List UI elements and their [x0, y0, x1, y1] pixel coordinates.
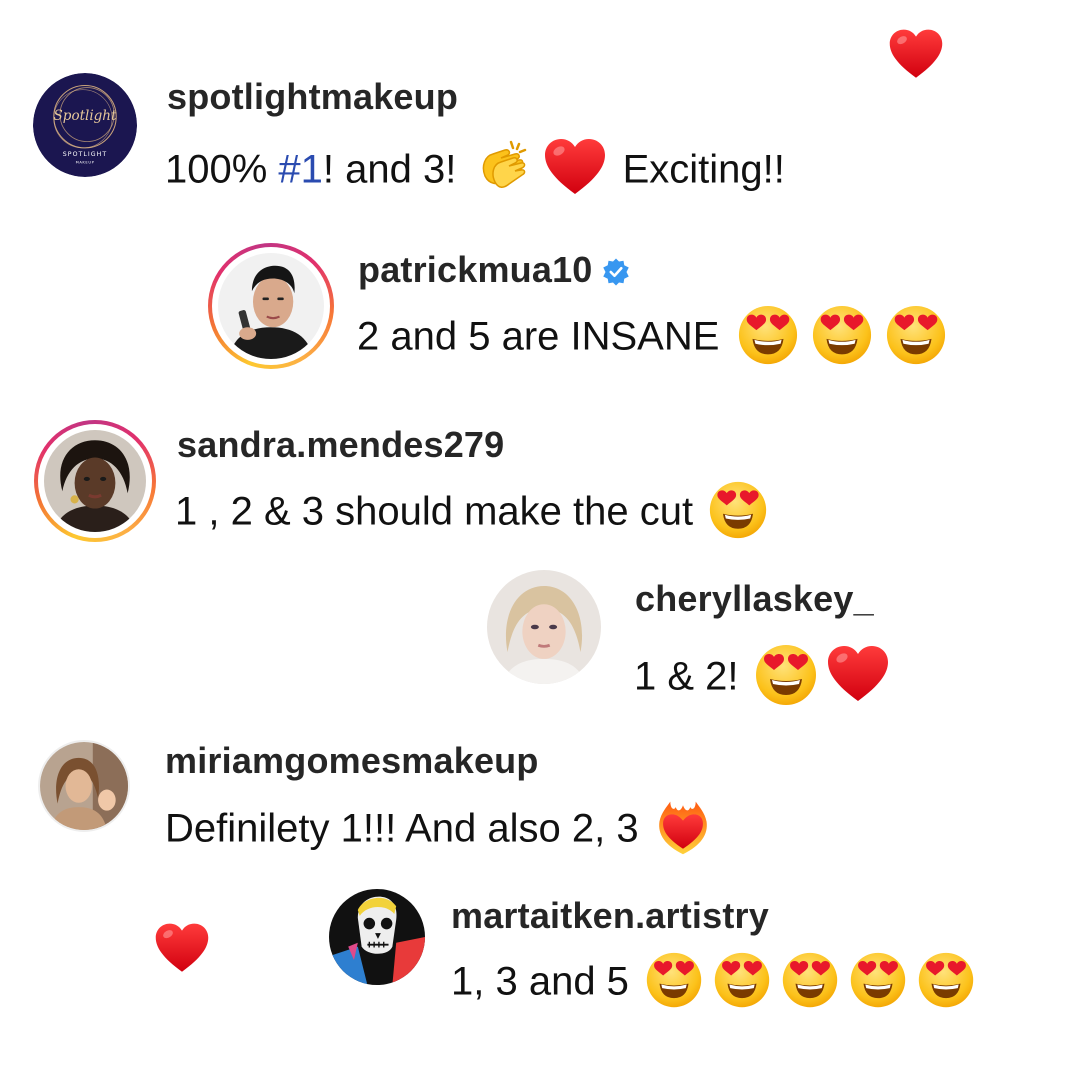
comment-username[interactable]: martaitken.artistry: [451, 895, 769, 937]
heart-on-fire-emoji: [654, 798, 712, 856]
profile-photo-avatar: [44, 430, 146, 532]
comment-body: 1, 3 and 5: [451, 959, 641, 1004]
comment-text-end: Exciting!!: [611, 147, 785, 192]
heart-eyes-emoji: [754, 643, 818, 707]
heart-eyes-emoji: [885, 304, 947, 366]
comment-text: 1, 3 and 5: [451, 955, 980, 1013]
comment-text: 2 and 5 are INSANE: [357, 308, 953, 370]
logo-sub2-text: MAKEUP: [76, 160, 95, 164]
clapping-hands-emoji: [471, 136, 535, 200]
heart-eyes-emoji: [917, 951, 975, 1009]
comment-body: 2 and 5 are INSANE: [357, 314, 731, 359]
profile-photo-avatar[interactable]: [38, 740, 130, 832]
comment-body: Definilety 1!!! And also 2, 3: [165, 806, 650, 851]
logo-script-text: Spotlight: [54, 108, 117, 124]
heart-eyes-emoji: [713, 951, 771, 1009]
heart-eyes-emoji: [781, 951, 839, 1009]
heart-eyes-emoji: [708, 480, 768, 540]
spotlight-logo-avatar[interactable]: Spotlight SPOTLIGHT MAKEUP: [33, 73, 137, 177]
comment-username[interactable]: patrickmua10: [358, 249, 631, 291]
comment-text-after: ! and 3!: [322, 147, 468, 192]
comment-text-before: 100%: [165, 147, 279, 192]
profile-photo-avatar[interactable]: [329, 889, 425, 985]
red-heart-icon: [154, 921, 210, 977]
story-ring[interactable]: [208, 243, 334, 369]
verified-badge-icon: [601, 254, 631, 286]
heart-eyes-emoji: [811, 304, 873, 366]
logo-sub-text: SPOTLIGHT: [63, 151, 107, 158]
username-text: patrickmua10: [358, 249, 593, 290]
comment-text: 100% #1! and 3! Exciting!!: [165, 140, 785, 204]
red-heart-emoji: [826, 643, 890, 707]
comment-text: Definilety 1!!! And also 2, 3: [165, 802, 716, 860]
red-heart-emoji: [543, 136, 607, 200]
heart-eyes-emoji: [737, 304, 799, 366]
profile-photo-avatar: [218, 253, 324, 359]
comment-body: 1 & 2!: [634, 654, 750, 699]
comment-username[interactable]: spotlightmakeup: [167, 76, 458, 118]
hashtag-link[interactable]: #1: [278, 148, 323, 192]
heart-eyes-emoji: [645, 951, 703, 1009]
red-heart-icon: [888, 27, 944, 83]
heart-eyes-emoji: [849, 951, 907, 1009]
comment-text: 1 & 2!: [634, 647, 894, 711]
comment-text: 1 , 2 & 3 should make the cut: [175, 484, 772, 544]
comment-body: 1 , 2 & 3 should make the cut: [175, 489, 705, 534]
comment-username[interactable]: sandra.mendes279: [177, 424, 504, 466]
comment-username[interactable]: cheryllaskey_: [635, 578, 874, 620]
comment-username[interactable]: miriamgomesmakeup: [165, 740, 539, 782]
story-ring[interactable]: [34, 420, 156, 542]
profile-photo-avatar[interactable]: [487, 570, 601, 684]
